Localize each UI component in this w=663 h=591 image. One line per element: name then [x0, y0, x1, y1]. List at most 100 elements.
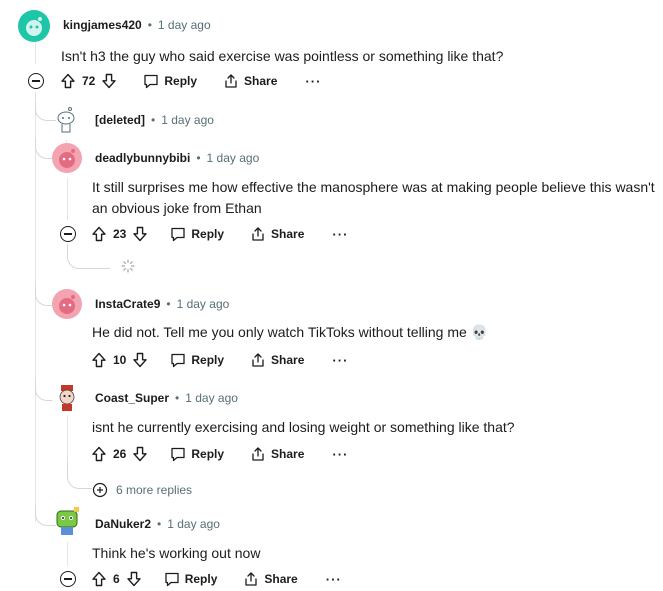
vote-count: 23 [113, 227, 127, 241]
upvote-icon [92, 352, 106, 368]
upvote-button[interactable] [91, 352, 107, 368]
reply-button[interactable]: Reply [170, 446, 224, 462]
downvote-icon [126, 571, 141, 587]
comment-body: Think he's working out now [92, 545, 261, 561]
more-options-button[interactable]: ··· [332, 227, 348, 242]
more-options-button[interactable]: ··· [332, 353, 348, 368]
username: [deleted] [95, 113, 146, 127]
avatar[interactable] [52, 289, 82, 319]
downvote-icon [133, 226, 148, 242]
reply-label: Reply [191, 353, 225, 367]
reply-button[interactable]: Reply [164, 571, 217, 587]
share-icon [245, 572, 258, 586]
timestamp[interactable]: 1 day ago [158, 18, 211, 32]
comment-actions: 6 Reply Share ··· [91, 569, 342, 589]
upvote-icon [92, 446, 106, 462]
comment-actions: 23 Reply Share ··· [91, 224, 348, 244]
reply-label: Reply [164, 74, 198, 88]
separator: • [175, 391, 180, 405]
downvote-button[interactable] [132, 352, 148, 368]
comment-meta: kingjames420 • 1 day ago [63, 18, 211, 32]
downvote-button[interactable] [132, 446, 148, 462]
avatar[interactable] [18, 10, 50, 42]
avatar[interactable] [52, 382, 82, 412]
separator: • [166, 297, 171, 311]
upvote-button[interactable] [60, 73, 76, 89]
downvote-button[interactable] [101, 73, 117, 89]
timestamp[interactable]: 1 day ago [161, 113, 214, 127]
comment-body: It still surprises me how effective the … [92, 179, 655, 216]
share-icon [252, 227, 264, 241]
snoo-avatar-icon [59, 295, 75, 314]
collapse-button[interactable] [60, 571, 76, 587]
downvote-icon [133, 352, 148, 368]
timestamp[interactable]: 1 day ago [167, 517, 220, 531]
reply-label: Reply [191, 227, 225, 241]
downvote-button[interactable] [132, 226, 148, 242]
username[interactable]: DaNuker2 [95, 517, 151, 531]
reply-button[interactable]: Reply [170, 226, 224, 242]
avatar[interactable] [52, 505, 82, 537]
thread-line-danuker [67, 542, 68, 566]
thread-curve-loading [67, 244, 110, 269]
more-options-button[interactable]: ··· [332, 447, 348, 462]
thread-line-deadlybunny [67, 178, 68, 220]
share-button[interactable]: Share [250, 226, 304, 242]
reply-button[interactable]: Reply [143, 73, 197, 89]
username[interactable]: InstaCrate9 [95, 297, 160, 311]
share-icon [225, 74, 237, 88]
snoo-avatar-icon [26, 17, 42, 36]
share-label: Share [271, 227, 305, 241]
separator: • [196, 151, 201, 165]
more-options-button[interactable]: ··· [326, 572, 342, 587]
reply-icon [171, 353, 186, 368]
username[interactable]: deadlybunnybibi [95, 151, 190, 165]
deleted-snoo-icon [57, 107, 75, 133]
upvote-button[interactable] [91, 226, 107, 242]
more-replies-label: 6 more replies [116, 483, 193, 497]
comment-meta: [deleted] • 1 day ago [95, 113, 214, 127]
upvote-icon [61, 73, 75, 89]
more-replies-button[interactable]: 6 more replies [92, 480, 192, 500]
timestamp[interactable]: 1 day ago [207, 151, 260, 165]
share-icon [252, 447, 264, 461]
downvote-icon [102, 73, 117, 89]
username[interactable]: kingjames420 [63, 18, 142, 32]
deleted-avatar [53, 104, 79, 136]
share-button[interactable]: Share [243, 571, 298, 587]
upvote-button[interactable] [91, 446, 107, 462]
username[interactable]: Coast_Super [95, 391, 169, 405]
timestamp[interactable]: 1 day ago [177, 297, 230, 311]
thread-line-main [35, 92, 36, 522]
reply-button[interactable]: Reply [170, 352, 224, 368]
reply-icon [171, 227, 186, 242]
separator: • [157, 517, 162, 531]
downvote-button[interactable] [126, 571, 142, 587]
comment-actions: 26 Reply Share ··· [91, 444, 348, 464]
vote-count: 6 [113, 572, 120, 586]
more-options-button[interactable]: ··· [305, 74, 321, 89]
collapse-button[interactable] [60, 226, 76, 242]
upvote-button[interactable] [91, 571, 107, 587]
reply-label: Reply [191, 447, 225, 461]
share-button[interactable]: Share [250, 352, 304, 368]
vote-count: 72 [82, 74, 96, 88]
thread-curve-more-replies [67, 462, 92, 489]
avatar[interactable] [52, 143, 82, 173]
loading-spinner-icon [121, 259, 135, 273]
snoo-avatar-icon [59, 149, 75, 168]
reply-icon [165, 572, 179, 587]
vote-count: 26 [113, 447, 127, 461]
share-button[interactable]: Share [250, 446, 304, 462]
separator: • [151, 113, 156, 127]
share-button[interactable]: Share [223, 73, 277, 89]
share-icon [252, 353, 264, 367]
comment-meta: deadlybunnybibi • 1 day ago [95, 151, 259, 165]
custom-snoo-avatar-icon [56, 507, 79, 535]
comment-meta: Coast_Super • 1 day ago [95, 391, 238, 405]
collapse-button[interactable] [28, 73, 44, 89]
comment-actions: 10 Reply Share ··· [91, 350, 348, 370]
separator: • [147, 18, 152, 32]
timestamp[interactable]: 1 day ago [185, 391, 238, 405]
custom-snoo-avatar-icon [59, 385, 75, 411]
